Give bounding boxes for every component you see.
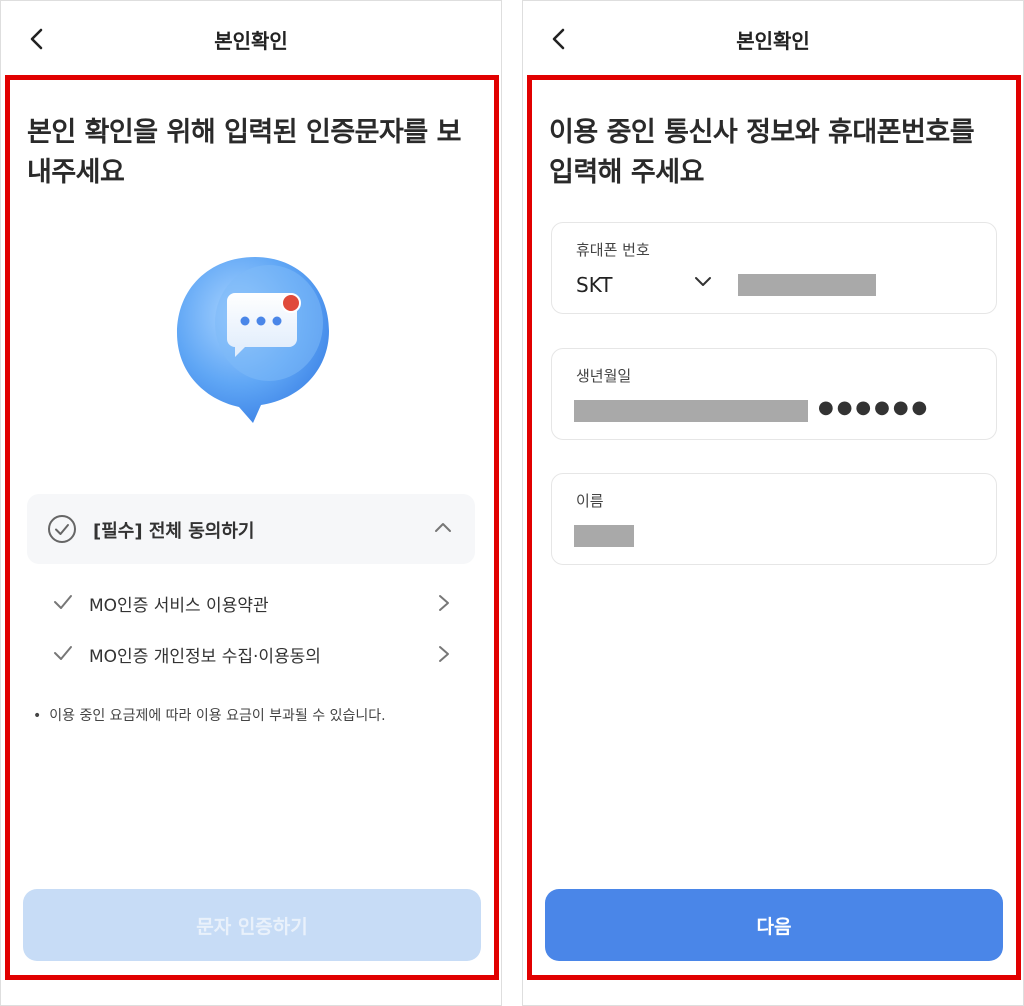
masked-phone-number[interactable]: [738, 274, 876, 296]
notice-bullet: •: [33, 708, 42, 724]
page-title: 본인확인: [736, 29, 810, 53]
notice-text: 이용 중인 요금제에 따라 이용 요금이 부과될 수 있습니다.: [49, 708, 386, 724]
chevron-right-icon[interactable]: [437, 644, 451, 664]
headline: 이용 중인 통신사 정보와 휴대폰번호를 입력해 주세요: [549, 117, 975, 188]
check-circle-icon[interactable]: [47, 514, 77, 544]
send-sms-button[interactable]: 문자 인증하기: [23, 889, 481, 961]
phone-number-field[interactable]: 휴대폰 번호 SKT: [551, 222, 997, 314]
term-label: MO인증 서비스 이용약관: [89, 596, 269, 616]
term-label: MO인증 개인정보 수집·이용동의: [89, 647, 321, 667]
chevron-up-icon[interactable]: [433, 518, 453, 538]
check-icon: [54, 646, 72, 660]
name-field[interactable]: 이름: [551, 473, 997, 565]
consent-screen: 본인확인 본인 확인을 위해 입력된 인증문자를 보내주세요 [필수] 전체 동…: [0, 0, 502, 1006]
message-bubble-illustration: [177, 257, 329, 423]
agree-all-label: [필수] 전체 동의하기: [93, 521, 255, 542]
term-item-service[interactable]: MO인증 서비스 이용약관: [49, 587, 469, 617]
term-item-privacy[interactable]: MO인증 개인정보 수집·이용동의: [49, 638, 469, 668]
masked-birthdate[interactable]: [574, 400, 808, 422]
next-button[interactable]: 다음: [545, 889, 1003, 961]
birth-field-label: 생년월일: [576, 367, 632, 385]
chevron-right-icon[interactable]: [437, 593, 451, 613]
name-field-label: 이름: [576, 492, 604, 510]
birthdate-field[interactable]: 생년월일 ●●●●●●: [551, 348, 997, 440]
masked-name[interactable]: [574, 525, 634, 547]
fee-notice: • 이용 중인 요금제에 따라 이용 요금이 부과될 수 있습니다.: [33, 705, 386, 725]
carrier-select[interactable]: SKT: [576, 273, 612, 297]
phone-field-label: 휴대폰 번호: [576, 241, 650, 259]
agree-all-row[interactable]: [필수] 전체 동의하기: [27, 494, 475, 564]
chevron-down-icon[interactable]: [694, 275, 712, 289]
identity-input-screen: 본인확인 이용 중인 통신사 정보와 휴대폰번호를 입력해 주세요 휴대폰 번호…: [522, 0, 1024, 1006]
headline: 본인 확인을 위해 입력된 인증문자를 보내주세요: [27, 117, 461, 188]
page-title: 본인확인: [214, 29, 288, 53]
masked-id-suffix[interactable]: ●●●●●●: [818, 397, 930, 418]
header: 본인확인: [523, 1, 1023, 75]
check-icon: [54, 595, 72, 609]
header: 본인확인: [1, 1, 501, 75]
